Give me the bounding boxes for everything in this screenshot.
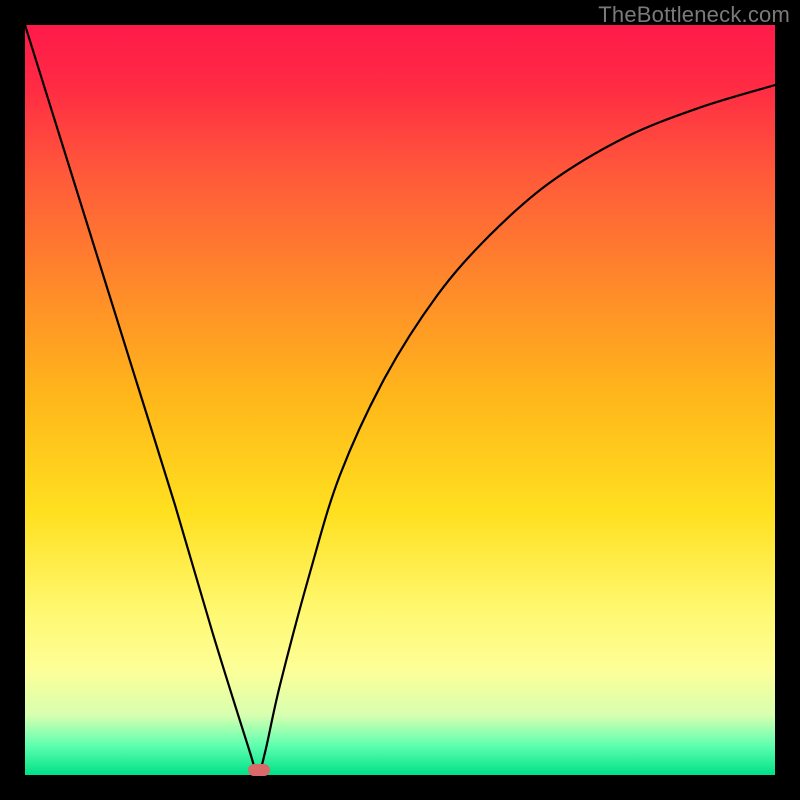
curve-path [25,25,775,775]
attribution-text: TheBottleneck.com [598,2,790,28]
minimum-marker [248,764,270,776]
bottleneck-curve [25,25,775,775]
